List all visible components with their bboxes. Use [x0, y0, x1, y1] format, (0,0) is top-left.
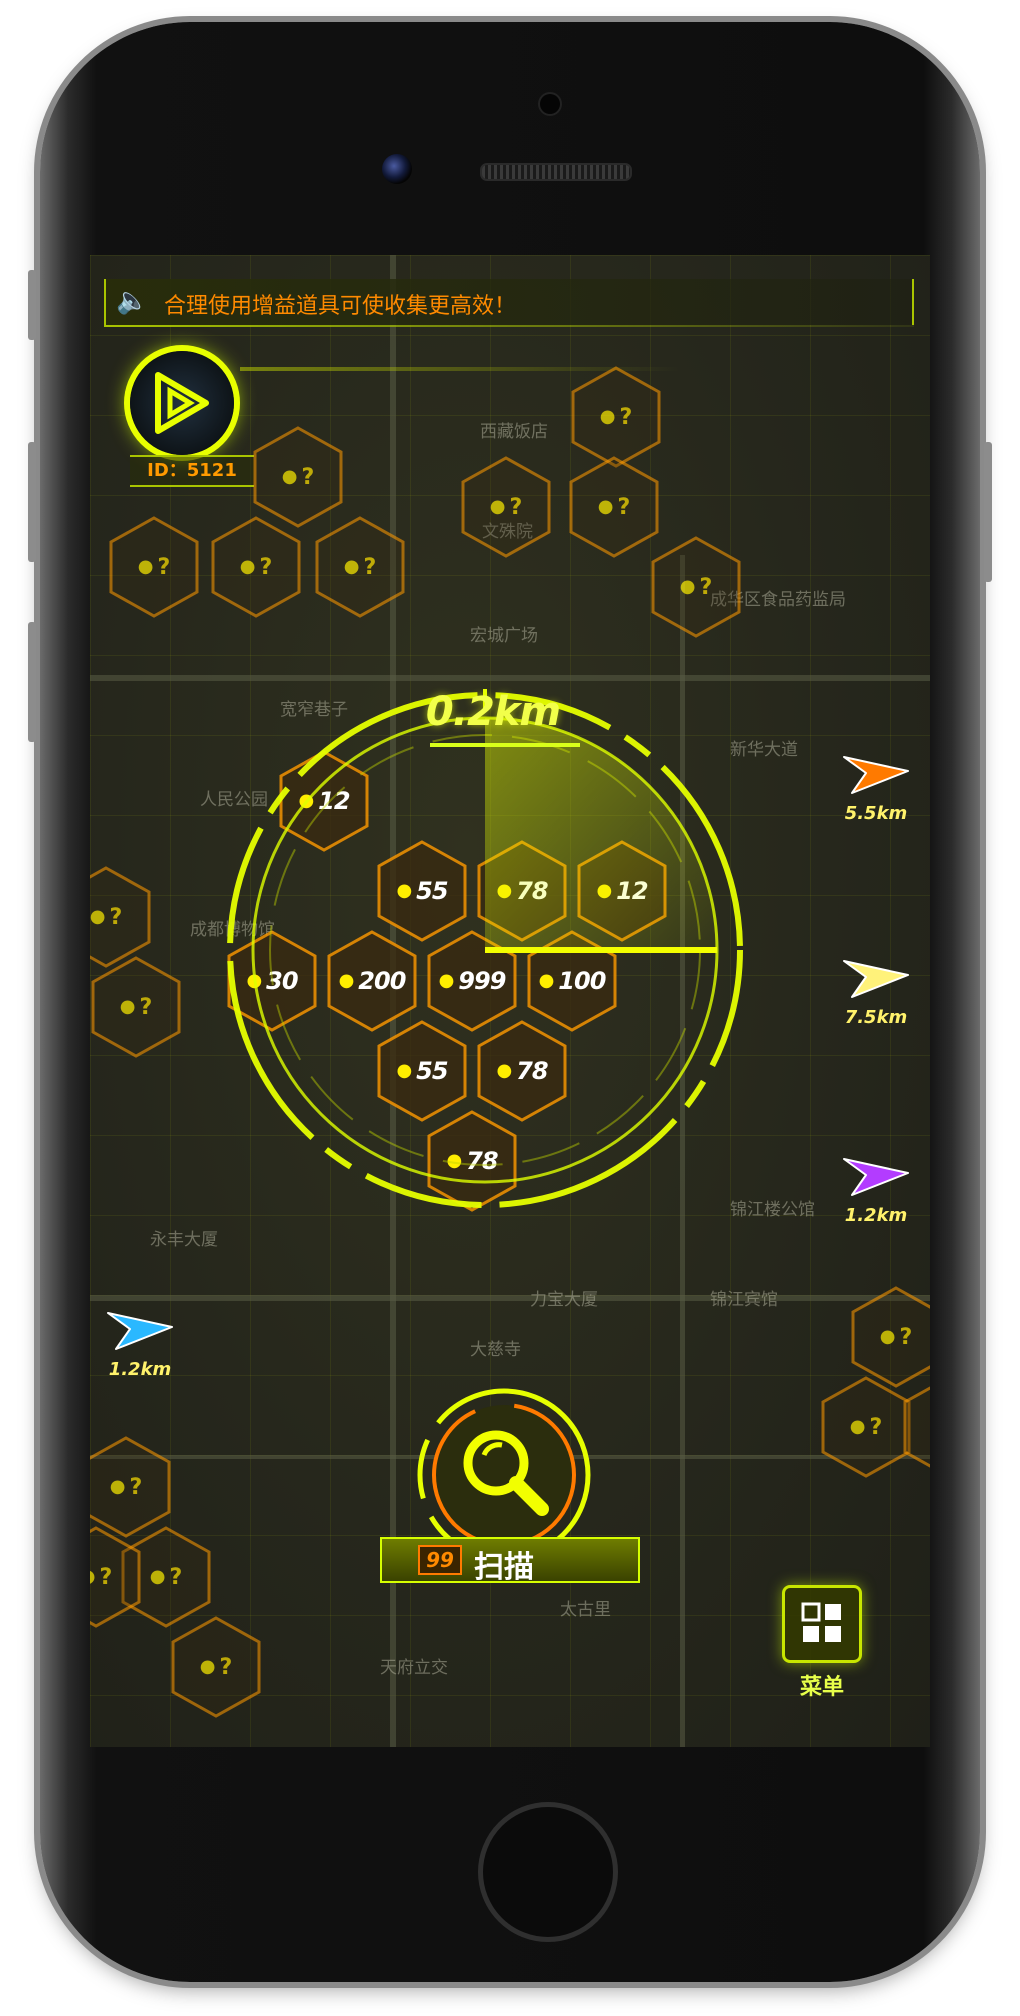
map-label: 大慈寺: [470, 1340, 521, 1360]
pin-icon: ●: [281, 466, 298, 487]
banner-divider: [104, 325, 914, 327]
unknown-cell-text: ?: [139, 994, 153, 1020]
pin-icon: ●: [489, 496, 506, 517]
menu-label: 菜单: [799, 1675, 844, 1700]
unknown-cell[interactable]: ● ?: [460, 455, 552, 559]
pin-icon: ●: [119, 996, 136, 1017]
pin-icon: ●: [879, 1326, 896, 1347]
pin-icon: ●: [199, 1656, 216, 1677]
unknown-cell[interactable]: ● ?: [820, 1375, 912, 1479]
map-label: 天府立交: [380, 1658, 448, 1678]
direction-marker[interactable]: 1.2km: [100, 1307, 180, 1380]
marker-distance: 7.5km: [844, 1007, 908, 1028]
volume-up-button: [28, 442, 36, 562]
scan-label: 扫描: [474, 1550, 534, 1585]
map-label: 西藏饭店: [480, 422, 548, 442]
unknown-cell[interactable]: ● ?: [90, 1435, 172, 1539]
map-road: [90, 1295, 930, 1301]
front-camera: [382, 154, 412, 184]
map-label: 太古里: [560, 1600, 611, 1620]
pin-icon: ●: [599, 406, 616, 427]
scan-bar[interactable]: 99 扫描: [380, 1537, 640, 1585]
unknown-cell-text: ?: [699, 574, 713, 600]
unknown-cell-text: ?: [509, 494, 523, 520]
marker-distance: 1.2km: [844, 1205, 908, 1226]
unknown-cell-text: ?: [99, 1564, 113, 1590]
unknown-cell-text: ?: [899, 1324, 913, 1350]
pin-icon: ●: [597, 496, 614, 517]
pin-icon: ●: [343, 556, 360, 577]
unknown-cell[interactable]: ● ?: [90, 865, 152, 969]
radar-distance: 0.2km: [425, 689, 561, 735]
unknown-cell[interactable]: ● ?: [850, 1285, 930, 1389]
pin-icon: ●: [137, 556, 154, 577]
map-label: 宏城广场: [470, 626, 538, 646]
unknown-cell-text: ?: [219, 1654, 233, 1680]
unknown-cell-text: ?: [109, 904, 123, 930]
unknown-cell[interactable]: ● ?: [902, 1375, 930, 1479]
unknown-cell[interactable]: ● ?: [568, 455, 660, 559]
power-button: [984, 442, 992, 582]
unknown-cell-text: ?: [363, 554, 377, 580]
pin-icon: ●: [239, 556, 256, 577]
menu-button[interactable]: [782, 1585, 862, 1663]
map-road: [90, 675, 930, 681]
proximity-sensor: [540, 94, 560, 114]
arrow-icon: [843, 756, 909, 794]
unknown-cell-text: ?: [869, 1414, 883, 1440]
pin-icon: ●: [149, 1566, 166, 1587]
pin-icon: ●: [90, 906, 106, 927]
unknown-cell[interactable]: ● ?: [314, 515, 406, 619]
pin-icon: ●: [849, 1416, 866, 1437]
unknown-cell-text: ?: [301, 464, 315, 490]
earpiece-speaker: [480, 163, 632, 181]
unknown-cell-text: ?: [129, 1474, 143, 1500]
unknown-cell[interactable]: ● ?: [170, 1615, 262, 1719]
unknown-cell[interactable]: ● ?: [252, 425, 344, 529]
unknown-cell[interactable]: ● ?: [210, 515, 302, 619]
volume-down-button: [28, 622, 36, 742]
announcement-text: 合理使用增益道具可使收集更高效！: [164, 294, 517, 319]
player-avatar[interactable]: [130, 351, 234, 455]
scan-count: 99: [418, 1545, 462, 1575]
marker-distance: 1.2km: [108, 1359, 172, 1380]
pin-icon: ●: [90, 1568, 95, 1586]
direction-marker[interactable]: 5.5km: [836, 751, 916, 824]
map-label: 锦江宾馆: [710, 1290, 778, 1310]
unknown-cell-text: ?: [169, 1564, 183, 1590]
game-screen: 西藏饭店 文殊院 成华区食品药监局 宽窄巷子 人民公园 成都博物馆 宏城广场 新…: [90, 255, 930, 1747]
mute-switch: [28, 270, 36, 340]
player-id: ID：5121: [130, 455, 254, 487]
arrow-icon: [843, 960, 909, 998]
unknown-cell[interactable]: ● ?: [108, 515, 200, 619]
map-label: 力宝大厦: [530, 1290, 598, 1310]
unknown-cell[interactable]: ● ?: [90, 955, 182, 1059]
home-button[interactable]: [478, 1802, 618, 1942]
pin-icon: ●: [679, 576, 696, 597]
map-label: 永丰大厦: [150, 1230, 218, 1250]
unknown-cell[interactable]: ● ?: [650, 535, 742, 639]
unknown-cell-text: ?: [157, 554, 171, 580]
arrow-icon: [843, 1158, 909, 1196]
logo-icon: [155, 372, 209, 434]
grid-icon: [801, 1602, 841, 1642]
unknown-cell-text: ?: [619, 404, 633, 430]
direction-marker[interactable]: 1.2km: [836, 1153, 916, 1226]
arrow-icon: [107, 1312, 173, 1350]
pin-icon: ●: [109, 1476, 126, 1497]
announcement-banner: 🔈 合理使用增益道具可使收集更高效！: [104, 279, 914, 325]
marker-distance: 5.5km: [844, 803, 908, 824]
speaker-icon: 🔈: [116, 286, 149, 316]
unknown-cell-text: ?: [259, 554, 273, 580]
radar: [227, 689, 743, 1208]
distance-underline: [430, 743, 580, 747]
direction-marker[interactable]: 7.5km: [836, 955, 916, 1028]
unknown-cell-text: ?: [617, 494, 631, 520]
unknown-cell[interactable]: ● ?: [90, 1525, 142, 1629]
unknown-cell[interactable]: ● ?: [570, 365, 662, 469]
